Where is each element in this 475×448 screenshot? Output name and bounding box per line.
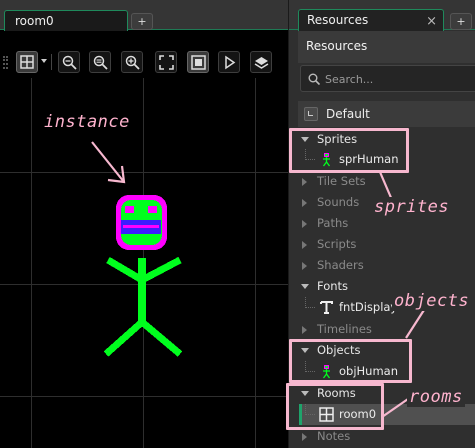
tree-category-shaders[interactable]: Shaders (299, 255, 475, 276)
zoom-reset-icon (93, 55, 108, 70)
expand-arrow-icon[interactable] (302, 433, 307, 441)
category-label: Tile Sets (317, 174, 366, 188)
annotation-arrow-icon (405, 309, 425, 339)
category-label: Scripts (317, 237, 357, 251)
toolbar-grip-handle[interactable] (3, 56, 8, 69)
item-label: fntDisplay (339, 300, 398, 314)
room-editor-pane: room0 + instance (0, 0, 288, 448)
zoom-in-icon (125, 55, 140, 70)
expand-arrow-icon[interactable] (301, 284, 309, 289)
grid-dropdown-arrow-icon[interactable] (41, 59, 47, 63)
play-icon (225, 55, 236, 70)
annotation-instance: instance (44, 112, 130, 132)
zoom-reset-button[interactable] (89, 51, 111, 73)
annotation-sprites: sprites (372, 197, 452, 217)
tree-category-scripts[interactable]: Scripts (299, 234, 475, 255)
category-label: Notes (317, 429, 351, 443)
layers-icon (254, 57, 269, 69)
highlight-box-rooms (286, 383, 384, 430)
zoom-in-button[interactable] (121, 51, 143, 73)
fullscreen-icon (159, 55, 174, 70)
fit-view-button[interactable] (155, 51, 177, 73)
category-label: Sounds (317, 195, 360, 209)
square-frame-icon (191, 55, 206, 70)
category-label: Paths (317, 216, 349, 230)
expand-arrow-icon[interactable] (302, 262, 307, 270)
layers-button[interactable] (250, 51, 272, 73)
human-instance-sprite[interactable] (94, 190, 186, 368)
category-label: Timelines (317, 322, 372, 336)
toggle-view-button[interactable] (187, 51, 209, 73)
expand-arrow-icon[interactable] (302, 241, 307, 249)
annotation-arrow-icon (91, 141, 126, 184)
annotation-rooms: rooms (407, 387, 465, 407)
grid-icon (20, 55, 34, 69)
zoom-out-icon (62, 55, 77, 70)
toolbar-divider (51, 54, 52, 70)
expand-arrow-icon[interactable] (302, 220, 307, 228)
grid-toggle-button[interactable] (16, 51, 38, 73)
tab-room0[interactable]: room0 (4, 10, 128, 31)
zoom-out-button[interactable] (58, 51, 80, 73)
grid-line (255, 78, 256, 448)
expand-arrow-icon[interactable] (302, 199, 307, 207)
grid-line (0, 172, 288, 173)
highlight-box-objects (289, 339, 412, 383)
room-tabbar: room0 + (0, 0, 288, 31)
category-label: Shaders (317, 258, 364, 272)
expand-arrow-icon[interactable] (302, 178, 307, 186)
add-tab-button[interactable]: + (131, 13, 153, 30)
grid-line (0, 396, 288, 397)
annotation-objects: objects (392, 291, 472, 311)
tree-connector (305, 297, 315, 308)
room-toolbar (0, 46, 288, 78)
font-icon (320, 301, 333, 314)
room-canvas[interactable]: instance (0, 78, 288, 448)
expand-arrow-icon[interactable] (302, 326, 307, 334)
play-button[interactable] (218, 51, 240, 73)
category-label: Fonts (317, 279, 349, 293)
highlight-box-sprites (289, 128, 409, 173)
grid-line (31, 78, 32, 448)
tree-category-timelines[interactable]: Timelines (299, 319, 475, 340)
